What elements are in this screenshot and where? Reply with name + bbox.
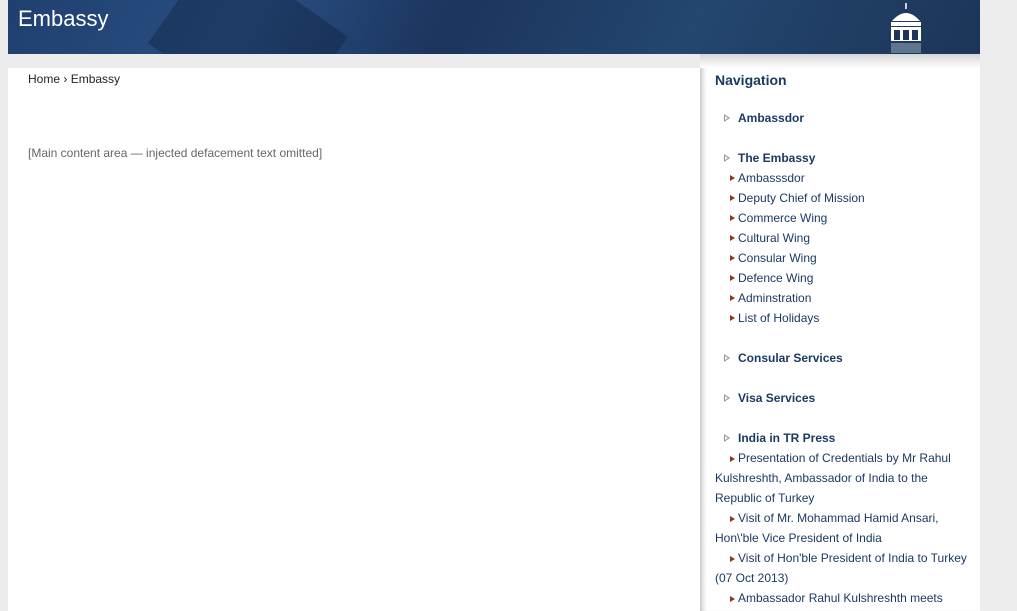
nav-sub-link[interactable]: Cultural Wing <box>738 231 810 245</box>
arrow-icon <box>730 275 735 281</box>
nav-sub-link[interactable]: Adminstration <box>738 291 811 305</box>
nav-sub-item[interactable]: Consular Wing <box>715 248 970 268</box>
nav-section-link[interactable]: Consular Services <box>738 351 843 365</box>
arrow-icon <box>730 455 735 462</box>
nav-sub-link[interactable]: Commerce Wing <box>738 211 827 225</box>
arrow-icon <box>730 255 735 261</box>
press-link[interactable]: Visit of Hon'ble President of India to T… <box>715 551 967 585</box>
nav-sub-item[interactable]: List of Holidays <box>715 308 970 328</box>
arrow-icon <box>730 515 735 522</box>
nav-list: Ambassdor The Embassy Ambasssdor Deputy Chi… <box>715 108 970 608</box>
arrow-icon <box>730 595 735 602</box>
arrow-icon <box>730 555 735 562</box>
arrow-icon <box>730 175 735 181</box>
press-link[interactable]: Visit of Mr. Mohammad Hamid Ansari, Hon\… <box>715 511 939 545</box>
nav-section-link[interactable]: Visa Services <box>738 391 815 405</box>
nav-sub-link[interactable]: List of Holidays <box>738 311 819 325</box>
nav-sub-link[interactable]: Consular Wing <box>738 251 817 265</box>
triangle-icon <box>724 354 730 362</box>
nav-sub-item[interactable]: Cultural Wing <box>715 228 970 248</box>
nav-section-link[interactable]: Ambassdor <box>738 111 804 125</box>
nav-sub-item[interactable]: Defence Wing <box>715 268 970 288</box>
site-header: Embassy <box>8 0 980 54</box>
triangle-icon <box>724 434 730 442</box>
breadcrumb-current: Embassy <box>70 72 121 86</box>
press-link[interactable]: Presentation of Credentials by Mr Rahul … <box>715 451 951 505</box>
arrow-icon <box>730 215 735 221</box>
nav-sub-link[interactable]: Defence Wing <box>738 271 813 285</box>
breadcrumb-separator: › <box>63 72 68 86</box>
press-item[interactable]: Presentation of Credentials by Mr Rahul … <box>715 448 970 508</box>
sidebar: Navigation Ambassdor The Embassy Ambasssdo… <box>700 54 980 611</box>
nav-section-link[interactable]: India in TR Press <box>738 431 835 445</box>
breadcrumb: Home › Embassy <box>28 72 120 86</box>
arrow-icon <box>730 235 735 241</box>
triangle-icon <box>724 154 730 162</box>
nav-title: Navigation <box>715 72 787 88</box>
nav-sub-item[interactable]: Adminstration <box>715 288 970 308</box>
triangle-icon <box>724 114 730 122</box>
nav-section[interactable]: Consular Services <box>715 348 970 368</box>
nav-sub-item[interactable]: Deputy Chief of Mission <box>715 188 970 208</box>
content-placeholder: [Main content area — injected defacement… <box>28 146 323 160</box>
nav-sub-link[interactable]: Ambasssdor <box>738 171 805 185</box>
press-item[interactable]: Visit of Hon'ble President of India to T… <box>715 548 970 588</box>
nav-sub-item[interactable]: Ambasssdor <box>715 168 970 188</box>
nav-section[interactable]: Visa Services <box>715 388 970 408</box>
nav-section[interactable]: The Embassy <box>715 148 970 168</box>
nav-sub-item[interactable]: Commerce Wing <box>715 208 970 228</box>
nav-sub-link[interactable]: Deputy Chief of Mission <box>738 191 865 205</box>
arrow-icon <box>730 315 735 321</box>
triangle-icon <box>724 394 730 402</box>
main-content: Home › Embassy [Main content area — inje… <box>8 68 700 611</box>
press-item[interactable]: Visit of Mr. Mohammad Hamid Ansari, Hon\… <box>715 508 970 548</box>
arrow-icon <box>730 195 735 201</box>
breadcrumb-home[interactable]: Home <box>28 72 60 86</box>
press-link[interactable]: Ambassador Rahul Kulshreshth meets <box>738 591 943 605</box>
nav-section[interactable]: India in TR Press <box>715 428 970 448</box>
page-gutter <box>980 0 1017 611</box>
nav-section[interactable]: Ambassdor <box>715 108 970 128</box>
page-title: Embassy <box>18 6 109 31</box>
dome-icon <box>891 3 921 53</box>
arrow-icon <box>730 295 735 301</box>
nav-section-link[interactable]: The Embassy <box>738 151 815 165</box>
press-item[interactable]: Ambassador Rahul Kulshreshth meets <box>715 588 970 608</box>
